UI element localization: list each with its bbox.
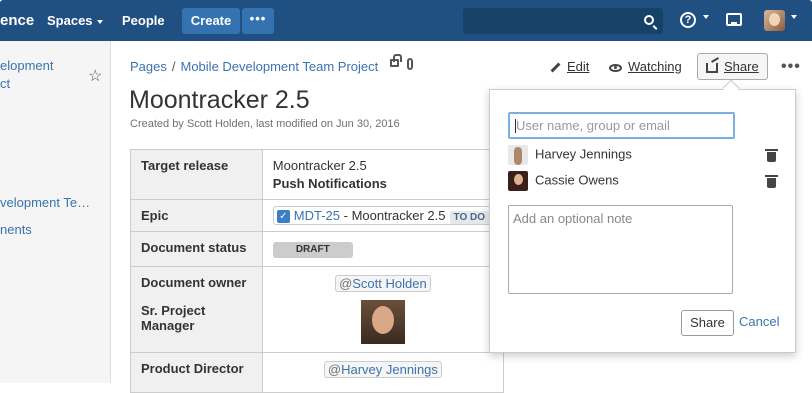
edit-label: Edit: [567, 59, 590, 74]
sidebar-space-name[interactable]: elopment: [0, 58, 53, 73]
target-release-subtitle: Push Notifications: [272, 176, 387, 191]
eye-icon: [609, 63, 622, 72]
share-recipient-input[interactable]: User name, group or email: [508, 112, 735, 139]
search-icon: [644, 15, 654, 25]
row-value: ✓ MDT-25 - Moontracker 2.5 TO DO: [261, 198, 505, 233]
checkbox-icon: ✓: [276, 210, 290, 224]
pencil-icon: [550, 62, 561, 73]
owner-title-label: Sr. Project Manager: [141, 303, 206, 334]
breadcrumb-space[interactable]: Mobile Development Team Project: [181, 59, 379, 74]
edit-button[interactable]: Edit: [550, 59, 589, 74]
table-row: Document owner Sr. Project Manager @Scot…: [130, 266, 505, 354]
help-icon[interactable]: ?: [680, 12, 696, 28]
row-label: Document owner Sr. Project Manager: [130, 266, 263, 354]
user-avatar[interactable]: [764, 10, 785, 31]
recipient-item: Harvey Jennings: [508, 145, 632, 165]
people-link[interactable]: People: [122, 13, 165, 28]
share-dialog: User name, group or email Harvey Jenning…: [489, 89, 796, 353]
share-icon: [706, 62, 718, 73]
page-title: Moontracker 2.5: [129, 86, 310, 114]
avatar: [508, 171, 528, 191]
spaces-label: Spaces: [47, 13, 93, 28]
star-icon[interactable]: ☆: [88, 66, 102, 86]
row-label: Epic: [130, 198, 263, 233]
recipient-name: Cassie Owens: [535, 172, 619, 188]
breadcrumb-separator: /: [171, 59, 176, 74]
watching-button[interactable]: Watching: [609, 59, 682, 74]
table-row: Product Director @Harvey Jennings: [130, 352, 505, 393]
chevron-down-icon: [96, 19, 103, 24]
status-badge: TO DO: [449, 211, 489, 224]
page-properties-table: Target release Moontracker 2.5 Push Noti…: [130, 149, 505, 393]
user-mention[interactable]: @Scott Holden: [335, 275, 431, 293]
avatar: [508, 145, 528, 165]
status-badge: DRAFT: [272, 242, 353, 259]
trash-icon[interactable]: [765, 175, 778, 188]
avatar: [360, 300, 405, 345]
row-value: @Harvey Jennings: [261, 352, 505, 393]
at-symbol: @: [327, 362, 342, 378]
sidebar-item-documents[interactable]: nents: [0, 222, 32, 237]
top-nav: ence Spaces People Create ••• ?: [0, 0, 812, 41]
watching-label: Watching: [628, 59, 682, 74]
row-value: @Scott Holden: [261, 266, 505, 354]
jira-key[interactable]: MDT-25: [294, 208, 340, 223]
share-button[interactable]: Share: [697, 53, 768, 80]
chevron-down-icon: [703, 15, 709, 19]
target-release-value: Moontracker 2.5: [272, 158, 367, 173]
recipient-item: Cassie Owens: [508, 171, 619, 191]
paperclip-icon[interactable]: [407, 58, 413, 70]
app-logo[interactable]: ence: [0, 12, 34, 29]
create-button[interactable]: Create: [182, 8, 240, 34]
sidebar-space-name-2[interactable]: ct: [0, 76, 10, 91]
row-value: Moontracker 2.5 Push Notifications: [261, 149, 505, 200]
row-label: Target release: [130, 149, 263, 200]
at-symbol: @: [339, 276, 353, 292]
cancel-link[interactable]: Cancel: [739, 314, 779, 329]
breadcrumb-pages[interactable]: Pages: [130, 59, 167, 74]
row-label: Product Director: [130, 352, 263, 393]
trash-icon[interactable]: [765, 149, 778, 162]
more-actions-button[interactable]: •••: [781, 58, 801, 76]
chevron-down-icon: [791, 15, 797, 19]
row-value: DRAFT: [261, 231, 505, 268]
sidebar: elopment ct ☆ velopment Te… nents: [0, 41, 111, 383]
mention-name: Harvey Jennings: [341, 362, 438, 378]
document-owner-label: Document owner: [141, 275, 247, 291]
page-byline: Created by Scott Holden, last modified o…: [130, 118, 400, 130]
sidebar-item-development-team[interactable]: velopment Te…: [0, 195, 90, 210]
jira-issue[interactable]: ✓ MDT-25 - Moontracker 2.5 TO DO: [272, 206, 493, 226]
create-more-button[interactable]: •••: [242, 8, 274, 34]
search-input[interactable]: [463, 8, 663, 34]
table-row: Target release Moontracker 2.5 Push Noti…: [130, 149, 505, 200]
table-row: Epic ✓ MDT-25 - Moontracker 2.5 TO DO: [130, 198, 505, 233]
lock-icon[interactable]: [390, 54, 402, 67]
row-label: Document status: [130, 231, 263, 268]
table-row: Document status DRAFT: [130, 231, 505, 268]
jira-summary: - Moontracker 2.5: [340, 208, 446, 223]
mention-name: Scott Holden: [352, 276, 427, 292]
spaces-menu[interactable]: Spaces: [47, 13, 103, 28]
note-textarea[interactable]: Add an optional note: [508, 205, 733, 294]
share-submit-button[interactable]: Share: [681, 310, 734, 336]
share-label: Share: [724, 59, 759, 74]
recipient-name: Harvey Jennings: [535, 146, 632, 162]
user-mention[interactable]: @Harvey Jennings: [323, 361, 442, 379]
breadcrumb: Pages / Mobile Development Team Project: [130, 59, 378, 74]
inbox-icon[interactable]: [726, 13, 742, 26]
